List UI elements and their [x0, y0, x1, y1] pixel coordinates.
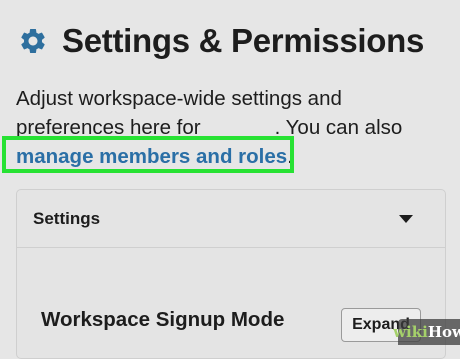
watermark-suffix: How [427, 323, 460, 341]
settings-card-title: Settings [33, 208, 101, 228]
page-title: Settings & Permissions [62, 22, 425, 59]
workspace-signup-mode-label: Workspace Signup Mode [41, 308, 285, 331]
wikihow-watermark: wiki How [393, 319, 460, 345]
caret-down-icon[interactable] [399, 214, 413, 223]
description-line-1: Adjust workspace-wide settings and [16, 87, 342, 110]
settings-card-header[interactable]: Settings [17, 190, 445, 248]
gear-icon [21, 29, 45, 53]
settings-card: Settings Workspace Signup Mode Expand [16, 189, 446, 359]
page-header: Settings & Permissions [18, 22, 424, 60]
watermark-prefix: wiki [393, 323, 428, 341]
link-highlight-box [2, 136, 294, 173]
